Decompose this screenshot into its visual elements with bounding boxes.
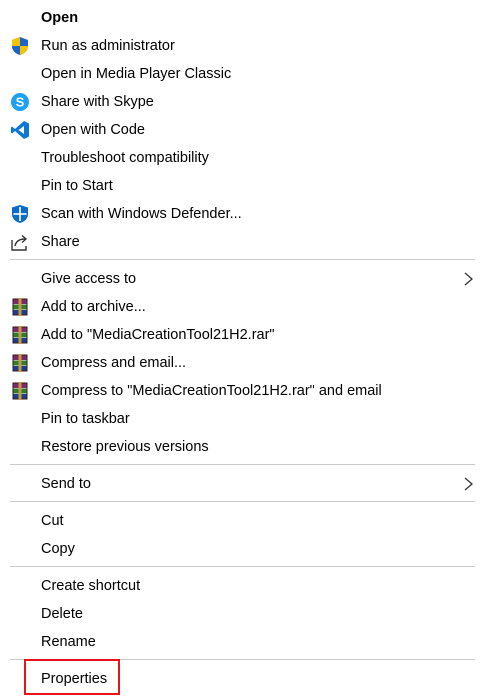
winrar-icon [10,297,30,317]
menu-item-label: Troubleshoot compatibility [41,150,209,166]
menu-separator [10,566,475,567]
winrar-icon [10,325,30,345]
menu-item-rename[interactable]: Rename [0,628,485,656]
menu-item-label: Share with Skype [41,94,154,110]
menu-item-share[interactable]: Share [0,228,485,256]
menu-item-open[interactable]: Open [0,4,485,32]
winrar-icon [10,353,30,373]
menu-item-label: Run as administrator [41,38,175,54]
menu-item-open-with-code[interactable]: Open with Code [0,116,485,144]
menu-item-open-in-media-player-classic[interactable]: Open in Media Player Classic [0,60,485,88]
skype-icon: S [10,92,30,112]
vscode-icon [10,120,30,140]
menu-item-scan-with-windows-defender[interactable]: Scan with Windows Defender... [0,200,485,228]
menu-item-label: Scan with Windows Defender... [41,206,242,222]
uac-shield-icon [10,36,30,56]
menu-item-label: Add to archive... [41,299,146,315]
menu-item-label: Give access to [41,271,137,287]
menu-item-give-access-to[interactable]: Give access to [0,265,485,293]
menu-item-compress-to-rar-and-email[interactable]: Compress to "MediaCreationTool21H2.rar" … [0,377,485,405]
share-icon [10,232,30,252]
menu-item-add-to-rar[interactable]: Add to "MediaCreationTool21H2.rar" [0,321,485,349]
menu-item-restore-previous-versions[interactable]: Restore previous versions [0,433,485,461]
menu-item-label: Send to [41,476,91,492]
menu-separator [10,501,475,502]
menu-item-label: Compress and email... [41,355,187,371]
chevron-right-icon [463,272,475,286]
menu-item-label: Copy [41,541,75,557]
menu-item-share-with-skype[interactable]: S Share with Skype [0,88,485,116]
menu-item-run-as-administrator[interactable]: Run as administrator [0,32,485,60]
chevron-right-icon [463,477,475,491]
menu-item-send-to[interactable]: Send to [0,470,485,498]
menu-item-add-to-archive[interactable]: Add to archive... [0,293,485,321]
menu-item-cut[interactable]: Cut [0,507,485,535]
menu-item-label: Share [41,234,80,250]
menu-item-label: Pin to taskbar [41,411,130,427]
menu-item-label: Delete [41,606,83,622]
menu-item-label: Restore previous versions [41,439,209,455]
menu-item-copy[interactable]: Copy [0,535,485,563]
menu-separator [10,259,475,260]
menu-item-pin-to-start[interactable]: Pin to Start [0,172,485,200]
menu-item-label: Open with Code [41,122,145,138]
menu-item-create-shortcut[interactable]: Create shortcut [0,572,485,600]
menu-item-label: Open [41,10,79,26]
svg-text:S: S [16,95,25,110]
menu-item-troubleshoot-compatibility[interactable]: Troubleshoot compatibility [0,144,485,172]
context-menu: Open Run as administrator Open in Media … [0,0,485,698]
menu-item-label: Open in Media Player Classic [41,66,232,82]
properties-highlight-box [24,659,120,695]
menu-item-compress-and-email[interactable]: Compress and email... [0,349,485,377]
menu-item-label: Compress to "MediaCreationTool21H2.rar" … [41,383,382,399]
menu-item-label: Create shortcut [41,578,141,594]
winrar-icon [10,381,30,401]
menu-item-label: Rename [41,634,96,650]
menu-item-pin-to-taskbar[interactable]: Pin to taskbar [0,405,485,433]
menu-item-delete[interactable]: Delete [0,600,485,628]
menu-item-label: Add to "MediaCreationTool21H2.rar" [41,327,275,343]
windows-defender-icon [10,204,30,224]
menu-item-label: Cut [41,513,64,529]
menu-separator [10,464,475,465]
menu-item-label: Pin to Start [41,178,113,194]
